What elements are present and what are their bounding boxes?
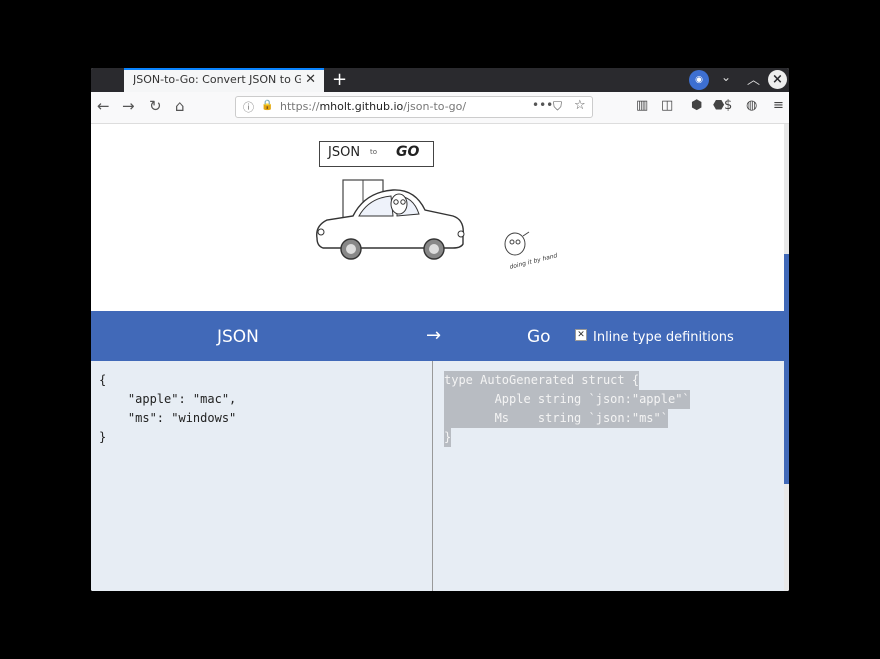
output-line: Apple string `json:"apple"` bbox=[444, 390, 690, 409]
url-text[interactable]: https://mholt.github.io/json-to-go/ bbox=[280, 100, 466, 113]
output-line: type AutoGenerated struct { bbox=[444, 371, 640, 390]
extension-s-icon[interactable]: $ bbox=[724, 98, 732, 113]
extension-ublock-icon[interactable]: ⬢ bbox=[691, 98, 702, 113]
forward-icon[interactable]: → bbox=[122, 97, 135, 115]
logo-json-text: JSON bbox=[328, 145, 361, 160]
tab-json-to-go[interactable]: JSON-to-Go: Convert JSON to Go i ✕ bbox=[124, 68, 324, 92]
chevron-up-icon[interactable]: ︿ bbox=[747, 69, 760, 88]
private-mask-icon[interactable]: ◉ bbox=[689, 70, 709, 90]
pocket-icon[interactable]: ⛉ bbox=[553, 99, 562, 114]
lock-icon[interactable]: 🔒 bbox=[261, 100, 273, 111]
back-icon[interactable]: ← bbox=[97, 97, 110, 115]
page-content: JSON to GO doing it by hand JSON → Go ✕ … bbox=[91, 124, 789, 591]
chevron-down-icon[interactable]: ⌄ bbox=[721, 70, 731, 84]
inline-types-checkbox[interactable]: ✕ bbox=[575, 329, 587, 341]
info-icon[interactable]: ⓘ bbox=[243, 99, 254, 115]
scrollbar-thumb[interactable] bbox=[784, 254, 789, 484]
close-window-button[interactable]: × bbox=[768, 70, 787, 89]
gopher-car-illustration bbox=[316, 179, 465, 260]
page-actions-icon[interactable]: ••• bbox=[532, 98, 553, 112]
input-line: "apple": "mac", bbox=[99, 392, 237, 406]
bookmark-star-icon[interactable]: ☆ bbox=[574, 98, 586, 113]
extension-privacy-icon[interactable]: ⬣ bbox=[713, 98, 724, 113]
go-output-editor[interactable]: type AutoGenerated struct { Apple string… bbox=[433, 361, 784, 591]
converter-header: JSON → Go ✕ Inline type definitions bbox=[91, 311, 784, 361]
browser-window: JSON-to-Go: Convert JSON to Go i ✕ + ◉ ⌄… bbox=[91, 68, 789, 591]
menu-icon[interactable]: ≡ bbox=[773, 98, 784, 113]
url-bar[interactable]: ⓘ 🔒 https://mholt.github.io/json-to-go/ … bbox=[235, 96, 593, 118]
nav-toolbar: ← → ↻ ⌂ ⓘ 🔒 https://mholt.github.io/json… bbox=[91, 92, 789, 124]
input-line: } bbox=[99, 430, 107, 444]
json-input-editor[interactable]: { "apple": "mac", "ms": "windows" } bbox=[91, 361, 433, 591]
output-line: Ms string `json:"ms"` bbox=[444, 409, 668, 428]
input-line: "ms": "windows" bbox=[99, 411, 237, 425]
arrow-icon: → bbox=[426, 325, 442, 346]
go-label: Go bbox=[527, 327, 551, 347]
input-line: { bbox=[99, 373, 107, 387]
reload-icon[interactable]: ↻ bbox=[149, 97, 162, 115]
logo-to-text: to bbox=[370, 148, 378, 156]
json-label: JSON bbox=[217, 327, 259, 347]
sidebar-icon[interactable]: ◫ bbox=[661, 98, 673, 113]
tab-close-icon[interactable]: ✕ bbox=[305, 70, 316, 90]
library-icon[interactable]: ▥ bbox=[636, 98, 648, 113]
json-to-go-logo: JSON to GO bbox=[319, 141, 434, 167]
output-line: } bbox=[444, 428, 452, 447]
tab-title: JSON-to-Go: Convert JSON to Go i bbox=[133, 73, 301, 86]
page-scrollbar[interactable] bbox=[784, 124, 789, 591]
account-icon[interactable]: ◍ bbox=[746, 98, 757, 113]
gopher-caption-illustration: doing it by hand bbox=[501, 230, 561, 282]
home-icon[interactable]: ⌂ bbox=[175, 97, 185, 115]
new-tab-button[interactable]: + bbox=[332, 68, 347, 92]
inline-types-label[interactable]: Inline type definitions bbox=[593, 330, 734, 345]
logo-go-text: GO bbox=[396, 144, 420, 160]
tab-strip: JSON-to-Go: Convert JSON to Go i ✕ + ◉ ⌄… bbox=[91, 68, 789, 92]
